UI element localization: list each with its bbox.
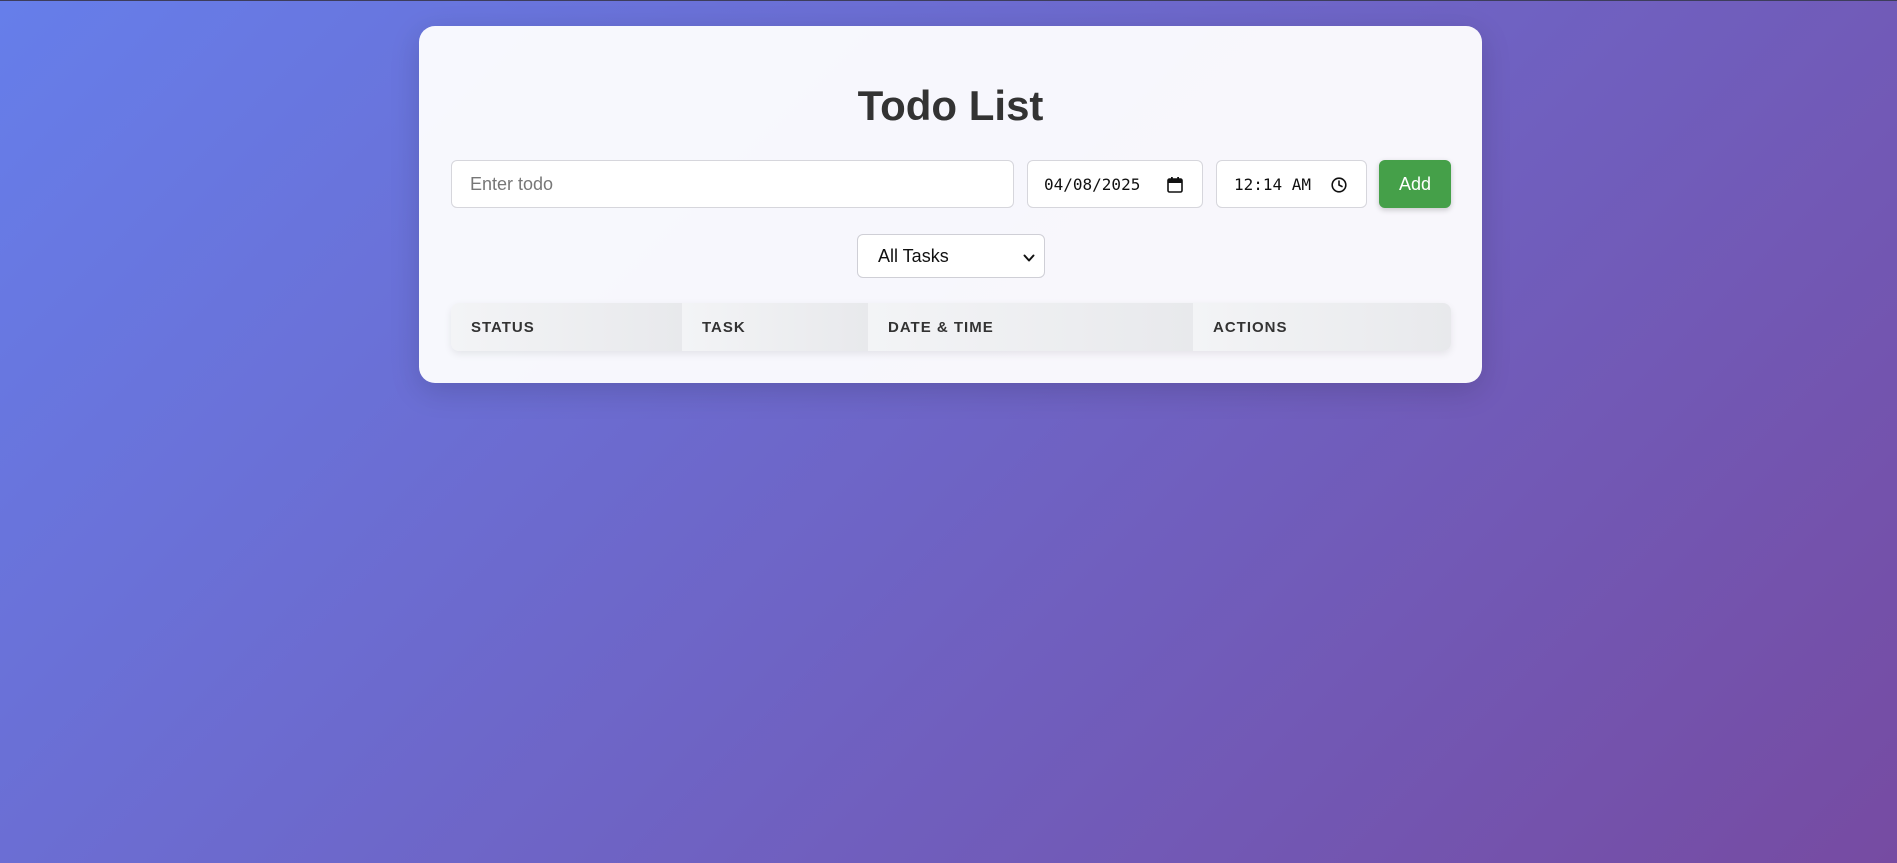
column-header-actions: ACTIONS (1193, 303, 1451, 351)
calendar-icon[interactable] (1166, 176, 1184, 194)
filter-select[interactable]: All Tasks (857, 234, 1045, 278)
chevron-down-icon (1022, 249, 1036, 263)
todo-input[interactable] (451, 160, 1014, 208)
todo-table: STATUS TASK DATE & TIME ACTIONS (451, 303, 1451, 351)
todo-card: Todo List 04/08/2025 12:14 AM Add All Ta… (419, 26, 1482, 383)
date-value: 04/08/2025 (1044, 174, 1141, 194)
add-button[interactable]: Add (1379, 160, 1451, 208)
column-header-status: STATUS (451, 303, 682, 351)
page-title: Todo List (857, 82, 1044, 129)
time-input[interactable]: 12:14 AM (1216, 160, 1367, 208)
time-value: 12:14 AM (1234, 174, 1312, 194)
column-header-date-time: DATE & TIME (868, 303, 1193, 351)
column-header-task: TASK (682, 303, 868, 351)
date-input[interactable]: 04/08/2025 (1027, 160, 1203, 208)
clock-icon[interactable] (1330, 176, 1348, 194)
filter-selected-label: All Tasks (878, 245, 949, 266)
